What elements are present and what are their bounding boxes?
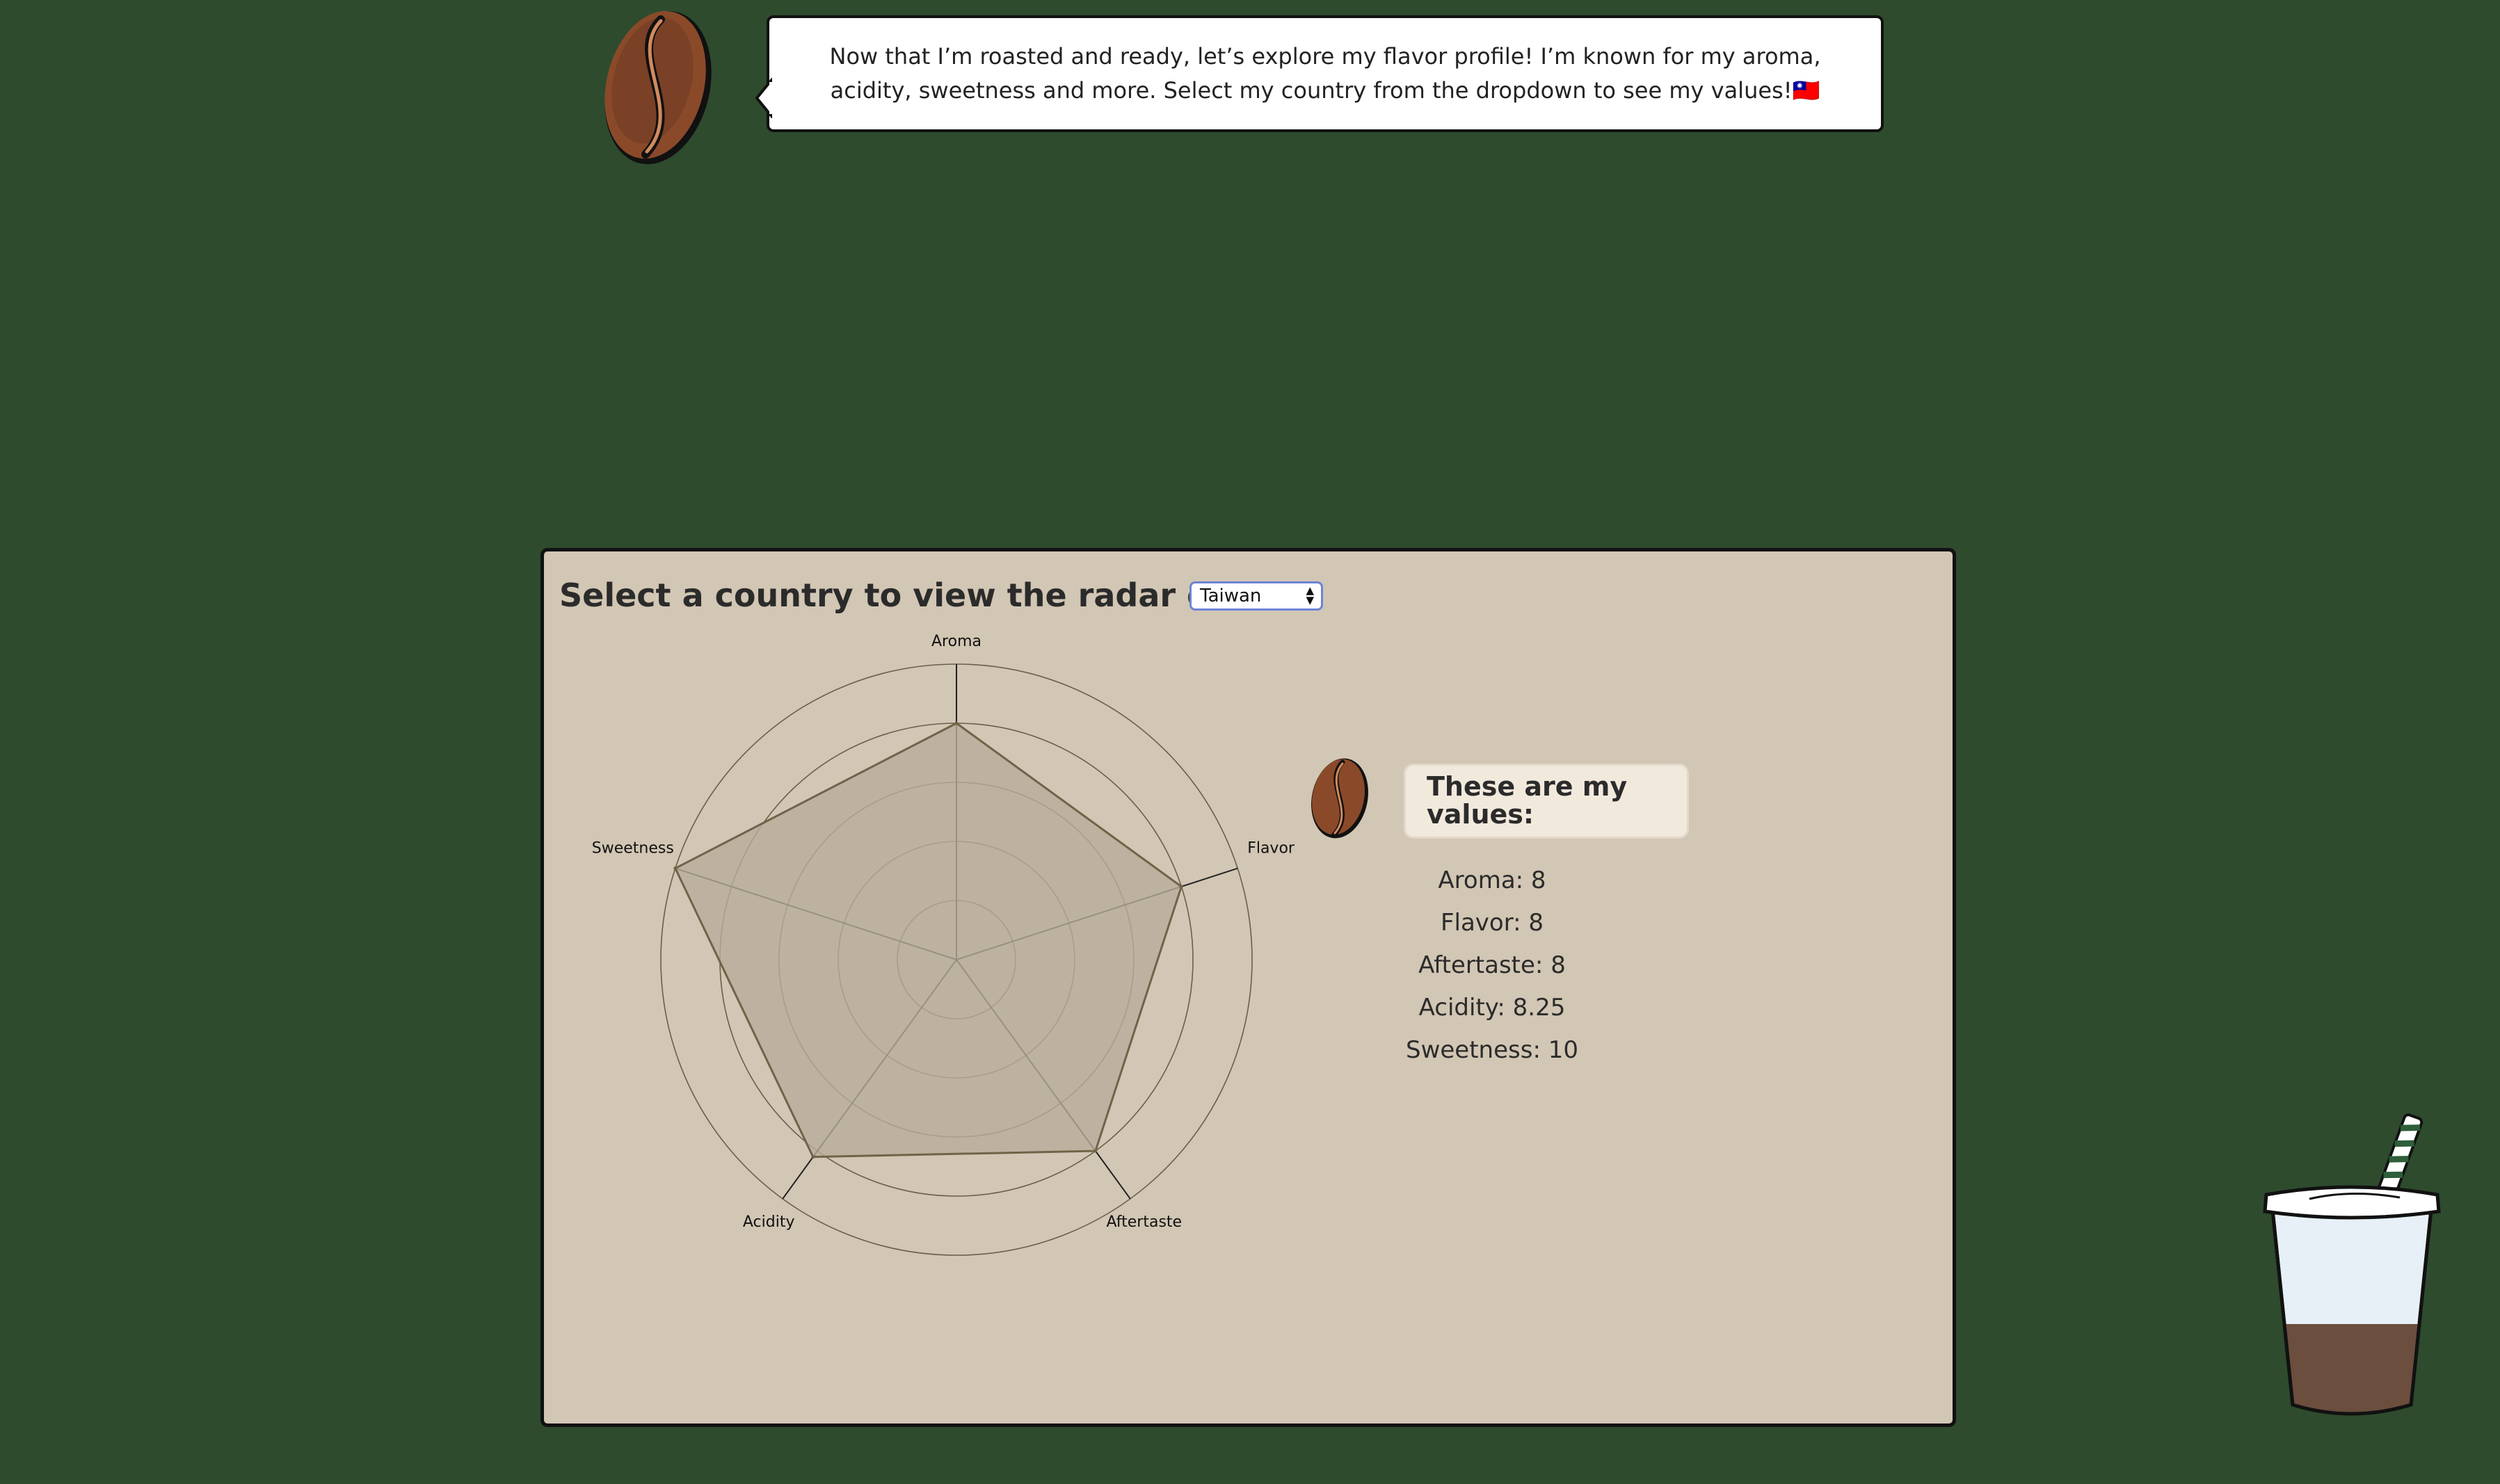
radar-point-aroma (954, 721, 959, 725)
radar-axis-label-aroma: Aroma (931, 633, 981, 650)
radar-axis-label-acidity: Acidity (743, 1213, 795, 1231)
radar-point-sweetness (673, 866, 678, 871)
radar-axis-label-flavor: Flavor (1247, 840, 1295, 857)
country-select-value: Taiwan (1200, 586, 1262, 606)
value-aftertaste: Aftertaste: 8 (1418, 951, 1566, 979)
values-heading: These are my values: (1404, 764, 1689, 839)
intro-message: Now that I’m roasted and ready, let’s ex… (829, 43, 1821, 104)
panel-heading: Select a country to view the radar chart… (559, 576, 1295, 614)
coffee-bean-icon (604, 10, 712, 165)
radar-chart: Aroma Flavor Aftertaste Acidity Sweetness (592, 633, 1295, 1256)
value-sweetness: Sweetness: 10 (1406, 1036, 1578, 1064)
select-arrows-icon: ▲ ▼ (1306, 584, 1314, 606)
speech-bubble-tail (755, 78, 772, 118)
value-acidity: Acidity: 8.25 (1418, 994, 1566, 1022)
radar-point-aftertaste (1093, 1149, 1098, 1153)
value-aroma: Aroma: 8 (1438, 866, 1546, 894)
speech-bubble: Now that I’m roasted and ready, let’s ex… (767, 15, 1884, 132)
country-select[interactable]: Taiwan ▲ ▼ (1189, 581, 1323, 611)
radar-series-area (673, 722, 1183, 1159)
radar-axis-label-aftertaste: Aftertaste (1107, 1213, 1183, 1231)
iced-coffee-cup-icon (2263, 1113, 2441, 1416)
radar-axis-label-sweetness: Sweetness (592, 840, 674, 857)
value-flavor: Flavor: 8 (1440, 909, 1544, 937)
values-heading-text: These are my values: (1427, 771, 1628, 830)
coffee-bean-small-icon (1311, 758, 1368, 839)
radar-point-acidity (811, 1155, 815, 1159)
radar-point-flavor (1179, 885, 1183, 889)
